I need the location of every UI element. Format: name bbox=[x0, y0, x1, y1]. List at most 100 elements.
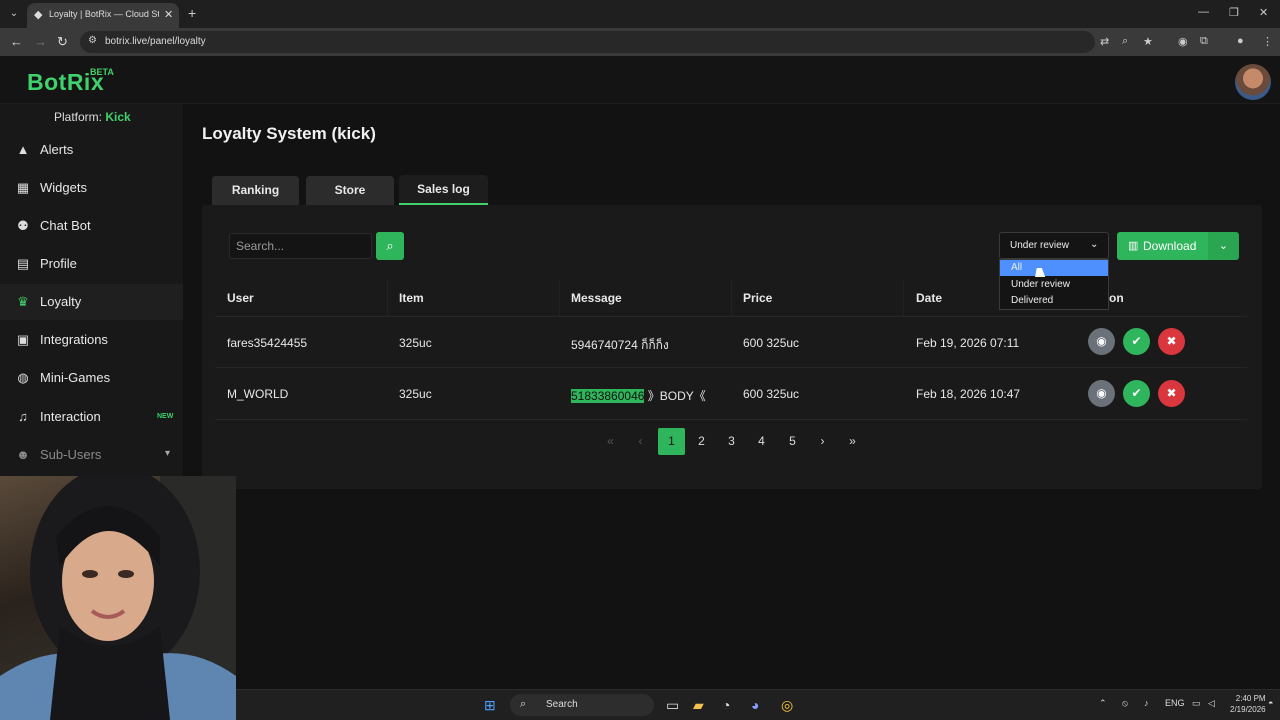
download-options-toggle[interactable]: ⌄ bbox=[1208, 232, 1239, 260]
page-1[interactable]: 1 bbox=[658, 428, 685, 455]
column-divider bbox=[559, 280, 560, 317]
music-note-icon: ♫ bbox=[18, 409, 28, 424]
robot-icon: ⚉ bbox=[17, 218, 29, 233]
eye-icon: ◉ bbox=[1096, 334, 1107, 348]
filter-option-all[interactable]: All bbox=[1000, 260, 1108, 276]
sidebar-item-alerts[interactable]: ▲ Alerts bbox=[0, 132, 183, 168]
next-page-icon[interactable]: › bbox=[809, 428, 836, 455]
column-header-action: on bbox=[1109, 291, 1124, 305]
back-icon[interactable]: ← bbox=[10, 34, 23, 49]
reject-button[interactable]: ✖ bbox=[1158, 380, 1185, 407]
restore-icon[interactable]: ❐ bbox=[1229, 6, 1239, 19]
tab-sales-log[interactable]: Sales log bbox=[399, 175, 488, 205]
new-tab-icon[interactable]: + bbox=[188, 5, 196, 21]
column-header-message: Message bbox=[571, 291, 622, 305]
search-button[interactable]: ⌕ bbox=[376, 232, 404, 260]
bookmark-star-icon[interactable]: ★ bbox=[1143, 35, 1153, 48]
sidebar-item-label: Interaction bbox=[40, 409, 101, 424]
sidebar-item-chat-bot[interactable]: ⚉ Chat Bot bbox=[0, 208, 183, 244]
chevron-down-icon: ▾ bbox=[165, 448, 171, 459]
filter-selected-value: Under review bbox=[1010, 240, 1069, 251]
tab-ranking[interactable]: Ranking bbox=[212, 176, 299, 206]
sidebar-item-integrations[interactable]: ▣ Integrations bbox=[0, 322, 183, 358]
app-icon[interactable]: ◔ bbox=[722, 697, 730, 713]
extension-shield-icon[interactable]: ◉ bbox=[1178, 35, 1188, 48]
reload-icon[interactable]: ↻ bbox=[57, 34, 68, 50]
url-text: botrix.live/panel/loyalty bbox=[105, 36, 206, 47]
site-info-icon[interactable]: ⚙ bbox=[88, 35, 97, 46]
tab-store[interactable]: Store bbox=[306, 176, 394, 206]
user-avatar[interactable] bbox=[1235, 64, 1271, 100]
download-button[interactable]: ▥ Download bbox=[1117, 232, 1208, 260]
row-2-message: 51833860046 》BODY《 bbox=[571, 387, 706, 404]
close-window-icon[interactable]: ✕ bbox=[1259, 6, 1268, 19]
sidebar-item-loyalty[interactable]: ♛ Loyalty bbox=[0, 284, 183, 320]
close-tab-icon[interactable]: ✕ bbox=[164, 8, 173, 21]
minimize-icon[interactable]: — bbox=[1198, 6, 1209, 18]
microphone-icon[interactable]: ♪ bbox=[1144, 698, 1149, 708]
row-divider bbox=[215, 419, 1247, 420]
windows-start-icon[interactable]: ⊞ bbox=[484, 697, 496, 714]
view-button[interactable]: ◉ bbox=[1088, 380, 1115, 407]
column-header-price: Price bbox=[743, 291, 773, 305]
zoom-icon[interactable]: ⌕ bbox=[1122, 35, 1128, 48]
row-1-price: 600 325uc bbox=[743, 336, 800, 350]
approve-button[interactable]: ✔ bbox=[1123, 328, 1150, 355]
grid-icon: ▦ bbox=[16, 180, 30, 195]
page-5[interactable]: 5 bbox=[779, 428, 806, 455]
forward-icon[interactable]: → bbox=[34, 34, 47, 49]
file-explorer-icon[interactable]: ▰ bbox=[693, 697, 704, 714]
sidebar-item-interaction[interactable]: ♫ Interaction NEW bbox=[0, 399, 183, 435]
browser-menu-icon[interactable]: ⋮ bbox=[1262, 35, 1273, 48]
column-divider bbox=[903, 280, 904, 317]
platform-indicator: Platform: Kick bbox=[54, 110, 131, 124]
sidebar-item-label: Alerts bbox=[40, 142, 74, 157]
profile-icon[interactable]: ● bbox=[1237, 35, 1244, 47]
search-input[interactable] bbox=[229, 233, 372, 259]
browser-tab[interactable]: ◆ Loyalty | BotRix — Cloud Strea ✕ bbox=[27, 3, 179, 28]
integrations-icon: ▣ bbox=[16, 332, 30, 347]
sidebar-item-sub-users[interactable]: ☻ Sub-Users ▾ bbox=[0, 437, 183, 473]
prev-page-icon[interactable]: ‹ bbox=[627, 428, 654, 455]
display-icon[interactable]: ▭ bbox=[1192, 698, 1201, 709]
notifications-icon[interactable]: ◓ bbox=[1268, 698, 1273, 708]
page-3[interactable]: 3 bbox=[718, 428, 745, 455]
first-page-icon[interactable]: « bbox=[597, 428, 624, 455]
network-icon[interactable]: ⦸ bbox=[1122, 698, 1128, 709]
last-page-icon[interactable]: » bbox=[839, 428, 866, 455]
chevron-down-icon: ⌄ bbox=[1090, 239, 1099, 250]
sidebar-item-mini-games[interactable]: ◍ Mini-Games bbox=[0, 360, 183, 396]
row-2-item: 325uc bbox=[399, 387, 432, 401]
column-header-date: Date bbox=[916, 291, 943, 305]
taskbar-clock[interactable]: 2:40 PM 2/19/2026 bbox=[1230, 693, 1266, 715]
app-header: BotRix BETA bbox=[0, 56, 1280, 104]
filter-option-under-review[interactable]: Under review bbox=[1000, 277, 1108, 293]
show-hidden-icons[interactable]: ⌃ bbox=[1099, 698, 1107, 709]
browser-toolbar: ← → ↻ ⚙ botrix.live/panel/loyalty ⇄ ⌕ ★ … bbox=[0, 28, 1280, 56]
check-icon: ✔ bbox=[1131, 386, 1142, 400]
tab-list-icon[interactable]: ⌄ bbox=[6, 6, 22, 22]
discord-icon[interactable]: ◕ bbox=[751, 697, 759, 713]
task-view-icon[interactable]: ▭ bbox=[666, 697, 679, 714]
page-2[interactable]: 2 bbox=[688, 428, 715, 455]
chrome-icon[interactable]: ◎ bbox=[781, 697, 793, 714]
platform-label: Platform: bbox=[54, 110, 103, 124]
volume-icon[interactable]: ◁ bbox=[1208, 698, 1215, 709]
trophy-icon: ♛ bbox=[17, 294, 29, 309]
view-button[interactable]: ◉ bbox=[1088, 328, 1115, 355]
reject-button[interactable]: ✖ bbox=[1158, 328, 1185, 355]
taskbar-search[interactable]: ⌕ Search bbox=[510, 694, 654, 716]
sidebar-item-profile[interactable]: ▤ Profile bbox=[0, 246, 183, 282]
sidebar-item-widgets[interactable]: ▦ Widgets bbox=[0, 170, 183, 206]
filter-option-delivered[interactable]: Delivered bbox=[1000, 293, 1108, 309]
page-4[interactable]: 4 bbox=[748, 428, 775, 455]
row-2-user: M_WORLD bbox=[227, 387, 289, 401]
page-title: Loyalty System (kick) bbox=[202, 124, 376, 143]
status-filter-select[interactable]: Under review ⌄ bbox=[999, 232, 1109, 259]
language-indicator[interactable]: ENG bbox=[1165, 698, 1185, 708]
row-2-price: 600 325uc bbox=[743, 387, 800, 401]
address-bar[interactable]: ⚙ botrix.live/panel/loyalty bbox=[80, 31, 1095, 53]
approve-button[interactable]: ✔ bbox=[1123, 380, 1150, 407]
translate-icon[interactable]: ⇄ bbox=[1100, 35, 1109, 48]
extensions-puzzle-icon[interactable]: ⧉ bbox=[1200, 35, 1208, 48]
